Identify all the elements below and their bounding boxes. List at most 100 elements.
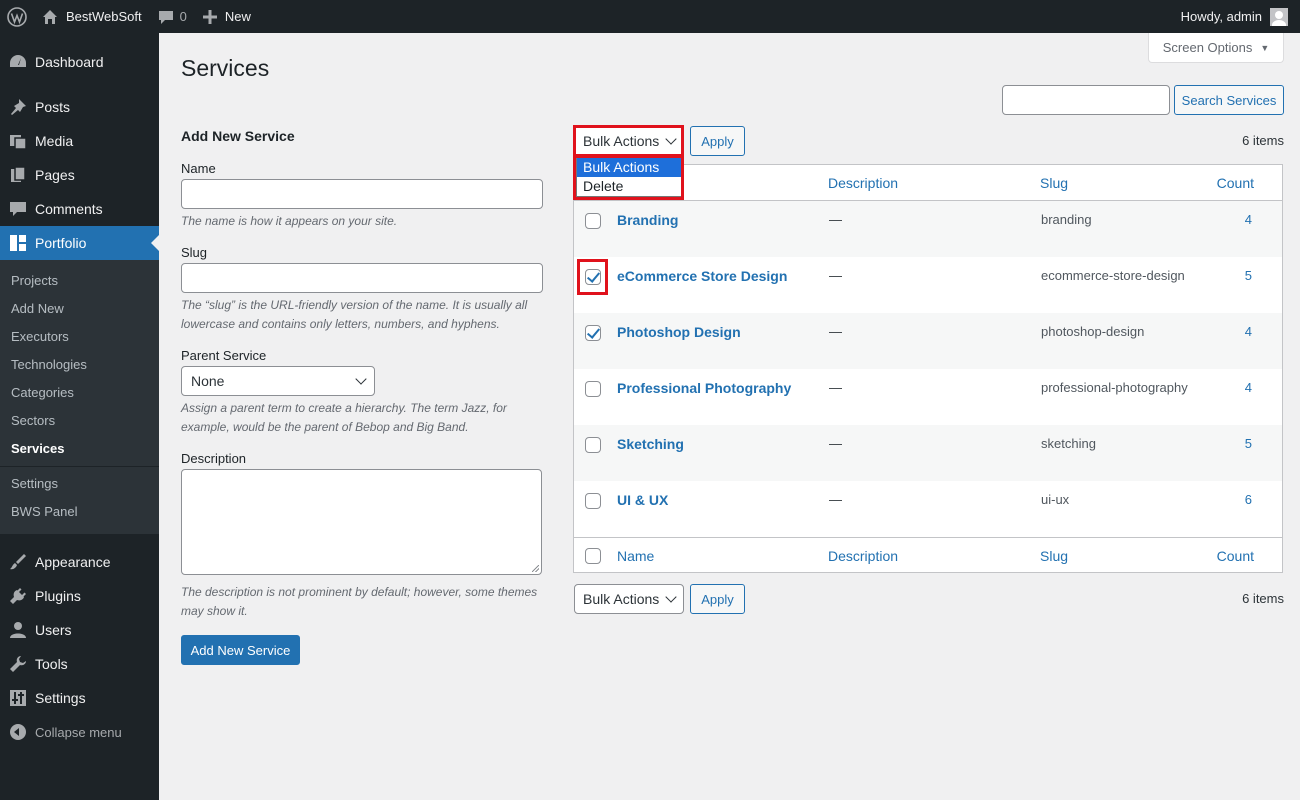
portfolio-submenu: Projects Add New Executors Technologies …	[0, 260, 159, 534]
service-count-link[interactable]: 5	[1245, 268, 1252, 283]
column-slug[interactable]: Slug	[1040, 175, 1068, 191]
admin-sidebar: Dashboard Posts Media Pages Comments Por…	[0, 33, 159, 800]
service-name-link[interactable]: Professional Photography	[617, 380, 791, 396]
sidebar-item-portfolio[interactable]: Portfolio	[0, 226, 159, 260]
column-name[interactable]: Name	[617, 548, 654, 564]
add-new-service-button[interactable]: Add New Service	[181, 635, 300, 665]
sidebar-item-dashboard[interactable]: Dashboard	[0, 45, 159, 79]
service-name-link[interactable]: Branding	[617, 212, 678, 228]
user-icon	[8, 620, 28, 640]
chevron-down-icon	[665, 591, 677, 603]
row-checkbox[interactable]	[585, 325, 601, 341]
wordpress-logo-icon[interactable]	[0, 0, 34, 33]
row-checkbox[interactable]	[585, 437, 601, 453]
service-description: —	[829, 324, 842, 339]
submenu-item-add-new[interactable]: Add New	[0, 295, 159, 323]
comments-link[interactable]: 0	[150, 0, 195, 33]
submenu-item-projects[interactable]: Projects	[0, 267, 159, 295]
service-count-link[interactable]: 6	[1245, 492, 1252, 507]
row-checkbox[interactable]	[585, 381, 601, 397]
sidebar-item-plugins[interactable]: Plugins	[0, 579, 159, 613]
comment-icon	[158, 10, 173, 24]
search-input[interactable]	[1002, 85, 1170, 115]
collapse-icon	[8, 722, 28, 742]
collapse-menu-button[interactable]: Collapse menu	[0, 715, 159, 749]
avatar	[1270, 7, 1288, 26]
select-all-checkbox-footer[interactable]	[585, 548, 601, 564]
account-menu[interactable]: Howdy, admin	[1173, 0, 1296, 33]
column-count[interactable]: Count	[1217, 175, 1254, 191]
media-icon	[8, 131, 28, 151]
table-row: Professional Photography — professional-…	[574, 369, 1282, 425]
highlight-checkbox	[577, 259, 608, 295]
submenu-item-settings[interactable]: Settings	[0, 470, 159, 498]
apply-button-top[interactable]: Apply	[690, 126, 745, 156]
sidebar-item-posts[interactable]: Posts	[0, 90, 159, 124]
column-description[interactable]: Description	[828, 548, 898, 564]
column-description[interactable]: Description	[828, 175, 898, 191]
service-count-link[interactable]: 5	[1245, 436, 1252, 451]
service-name-link[interactable]: eCommerce Store Design	[617, 268, 787, 284]
service-name-link[interactable]: Photoshop Design	[617, 324, 741, 340]
pages-icon	[8, 165, 28, 185]
name-help: The name is how it appears on your site.	[181, 214, 398, 228]
service-slug: photoshop-design	[1041, 324, 1145, 339]
service-name-link[interactable]: UI & UX	[617, 492, 668, 508]
search-services-button[interactable]: Search Services	[1174, 85, 1284, 115]
grid-icon	[8, 233, 28, 253]
pin-icon	[8, 97, 28, 117]
service-count-link[interactable]: 4	[1245, 380, 1252, 395]
service-description: —	[829, 436, 842, 451]
row-checkbox[interactable]	[585, 213, 601, 229]
slug-help: The “slug” is the URL-friendly version o…	[181, 298, 528, 331]
description-help: The description is not prominent by defa…	[181, 585, 538, 618]
sidebar-item-settings[interactable]: Settings	[0, 681, 159, 715]
description-field[interactable]	[181, 469, 542, 575]
column-slug[interactable]: Slug	[1040, 548, 1068, 564]
sidebar-item-users[interactable]: Users	[0, 613, 159, 647]
slug-field[interactable]	[181, 263, 543, 293]
sidebar-item-media[interactable]: Media	[0, 124, 159, 158]
comments-count: 0	[179, 9, 187, 24]
sidebar-item-label: Media	[35, 133, 74, 149]
submenu-item-categories[interactable]: Categories	[0, 379, 159, 407]
bulk-actions-value: Bulk Actions	[583, 591, 660, 607]
collapse-menu-label: Collapse menu	[35, 724, 122, 740]
column-count[interactable]: Count	[1217, 548, 1254, 564]
service-count-link[interactable]: 4	[1245, 324, 1252, 339]
site-name-link[interactable]: BestWebSoft	[34, 0, 150, 33]
parent-service-select[interactable]: None	[181, 366, 375, 396]
table-footer: Name Description Slug Count	[574, 537, 1282, 573]
row-checkbox[interactable]	[585, 493, 601, 509]
service-description: —	[829, 380, 842, 395]
service-name-link[interactable]: Sketching	[617, 436, 684, 452]
table-row: eCommerce Store Design — ecommerce-store…	[574, 257, 1282, 313]
submenu-item-services[interactable]: Services	[0, 435, 159, 463]
sidebar-item-label: Tools	[35, 656, 68, 672]
screen-options-button[interactable]: Screen Options ▼	[1148, 33, 1284, 63]
sidebar-item-pages[interactable]: Pages	[0, 158, 159, 192]
sidebar-item-label: Users	[35, 622, 72, 638]
sidebar-item-comments[interactable]: Comments	[0, 192, 159, 226]
submenu-item-executors[interactable]: Executors	[0, 323, 159, 351]
service-slug: branding	[1041, 212, 1092, 227]
submenu-item-bws-panel[interactable]: BWS Panel	[0, 498, 159, 526]
submenu-separator	[0, 466, 159, 467]
parent-service-value: None	[191, 373, 225, 389]
submenu-item-technologies[interactable]: Technologies	[0, 351, 159, 379]
service-count-link[interactable]: 4	[1245, 212, 1252, 227]
bulk-actions-select-bottom[interactable]: Bulk Actions	[574, 584, 684, 614]
sidebar-item-label: Plugins	[35, 588, 81, 604]
name-field[interactable]	[181, 179, 543, 209]
new-content-link[interactable]: New	[195, 0, 259, 33]
submenu-item-sectors[interactable]: Sectors	[0, 407, 159, 435]
apply-button-bottom[interactable]: Apply	[690, 584, 745, 614]
sidebar-item-appearance[interactable]: Appearance	[0, 545, 159, 579]
form-heading: Add New Service	[181, 128, 295, 144]
service-slug: ui-ux	[1041, 492, 1070, 507]
site-name-label: BestWebSoft	[66, 9, 142, 24]
sidebar-item-label: Portfolio	[35, 235, 87, 251]
sidebar-item-tools[interactable]: Tools	[0, 647, 159, 681]
service-slug: ecommerce-store-design	[1041, 268, 1185, 283]
table-row: Sketching — sketching 5	[574, 425, 1282, 481]
